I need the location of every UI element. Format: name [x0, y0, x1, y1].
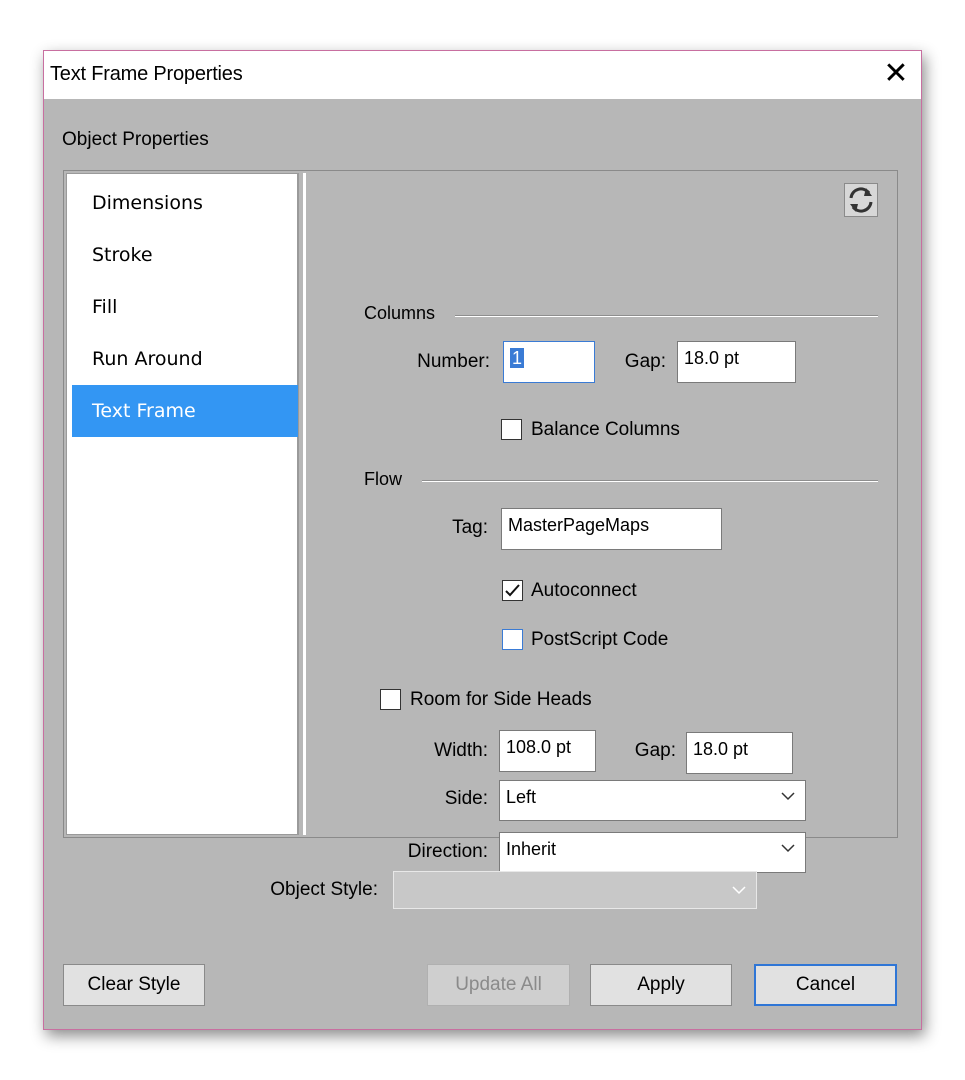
category-list: Dimensions Stroke Fill Run Around Text F… [66, 173, 299, 835]
object-style-label: Object Style: [270, 879, 378, 900]
text-frame-properties-dialog: Text Frame Properties ✕ Object Propertie… [43, 50, 922, 1030]
side-select[interactable]: Left [499, 780, 806, 821]
panel-divider [303, 173, 306, 835]
tag-label: Tag: [452, 517, 488, 538]
direction-label: Direction: [407, 841, 488, 862]
nav-item-text-frame[interactable]: Text Frame [72, 385, 298, 437]
columns-group-line [455, 315, 878, 317]
side-label: Side: [444, 788, 488, 809]
object-properties-label: Object Properties [62, 129, 209, 150]
postscript-code-label: PostScript Code [531, 629, 669, 650]
chevron-down-icon [732, 886, 746, 895]
room-for-side-heads-label: Room for Side Heads [410, 689, 592, 710]
update-all-button[interactable]: Update All [427, 964, 570, 1006]
checkmark-icon [505, 584, 520, 597]
chevron-down-icon [781, 792, 795, 801]
direction-select-value: Inherit [506, 839, 557, 859]
direction-select[interactable]: Inherit [499, 832, 806, 873]
window-title: Text Frame Properties [50, 63, 243, 85]
columns-group-label: Columns [364, 303, 436, 323]
side-heads-width-input[interactable]: 108.0 pt [499, 730, 596, 772]
columns-number-label: Number: [417, 351, 490, 372]
apply-button[interactable]: Apply [590, 964, 732, 1006]
nav-item-fill[interactable]: Fill [72, 281, 298, 333]
columns-number-input[interactable]: 1 [503, 341, 595, 383]
columns-gap-label: Gap: [624, 351, 666, 372]
title-bar[interactable]: Text Frame Properties ✕ [44, 51, 921, 99]
close-icon[interactable]: ✕ [879, 57, 913, 91]
nav-item-run-around[interactable]: Run Around [72, 333, 298, 385]
refresh-icon [849, 187, 873, 213]
object-style-select[interactable] [393, 871, 757, 909]
room-for-side-heads-checkbox[interactable] [380, 689, 401, 710]
postscript-code-checkbox[interactable] [502, 629, 523, 650]
balance-columns-label: Balance Columns [531, 419, 680, 440]
flow-group-line [422, 480, 878, 482]
columns-gap-input[interactable]: 18.0 pt [677, 341, 796, 383]
refresh-button[interactable] [844, 183, 878, 217]
autoconnect-label: Autoconnect [531, 580, 637, 601]
nav-item-dimensions[interactable]: Dimensions [72, 177, 298, 229]
nav-item-stroke[interactable]: Stroke [72, 229, 298, 281]
side-heads-gap-label: Gap: [634, 740, 676, 761]
columns-number-value: 1 [510, 348, 525, 368]
side-heads-width-label: Width: [434, 740, 488, 761]
chevron-down-icon [781, 844, 795, 853]
balance-columns-checkbox[interactable] [501, 419, 522, 440]
clear-style-button[interactable]: Clear Style [63, 964, 205, 1006]
side-heads-gap-input[interactable]: 18.0 pt [686, 732, 793, 774]
properties-panel: Dimensions Stroke Fill Run Around Text F… [63, 170, 898, 873]
side-select-value: Left [506, 787, 537, 807]
autoconnect-checkbox[interactable] [502, 580, 523, 601]
tag-input[interactable]: MasterPageMaps [501, 508, 722, 550]
flow-group-label: Flow [364, 469, 403, 489]
cancel-button[interactable]: Cancel [754, 964, 897, 1006]
